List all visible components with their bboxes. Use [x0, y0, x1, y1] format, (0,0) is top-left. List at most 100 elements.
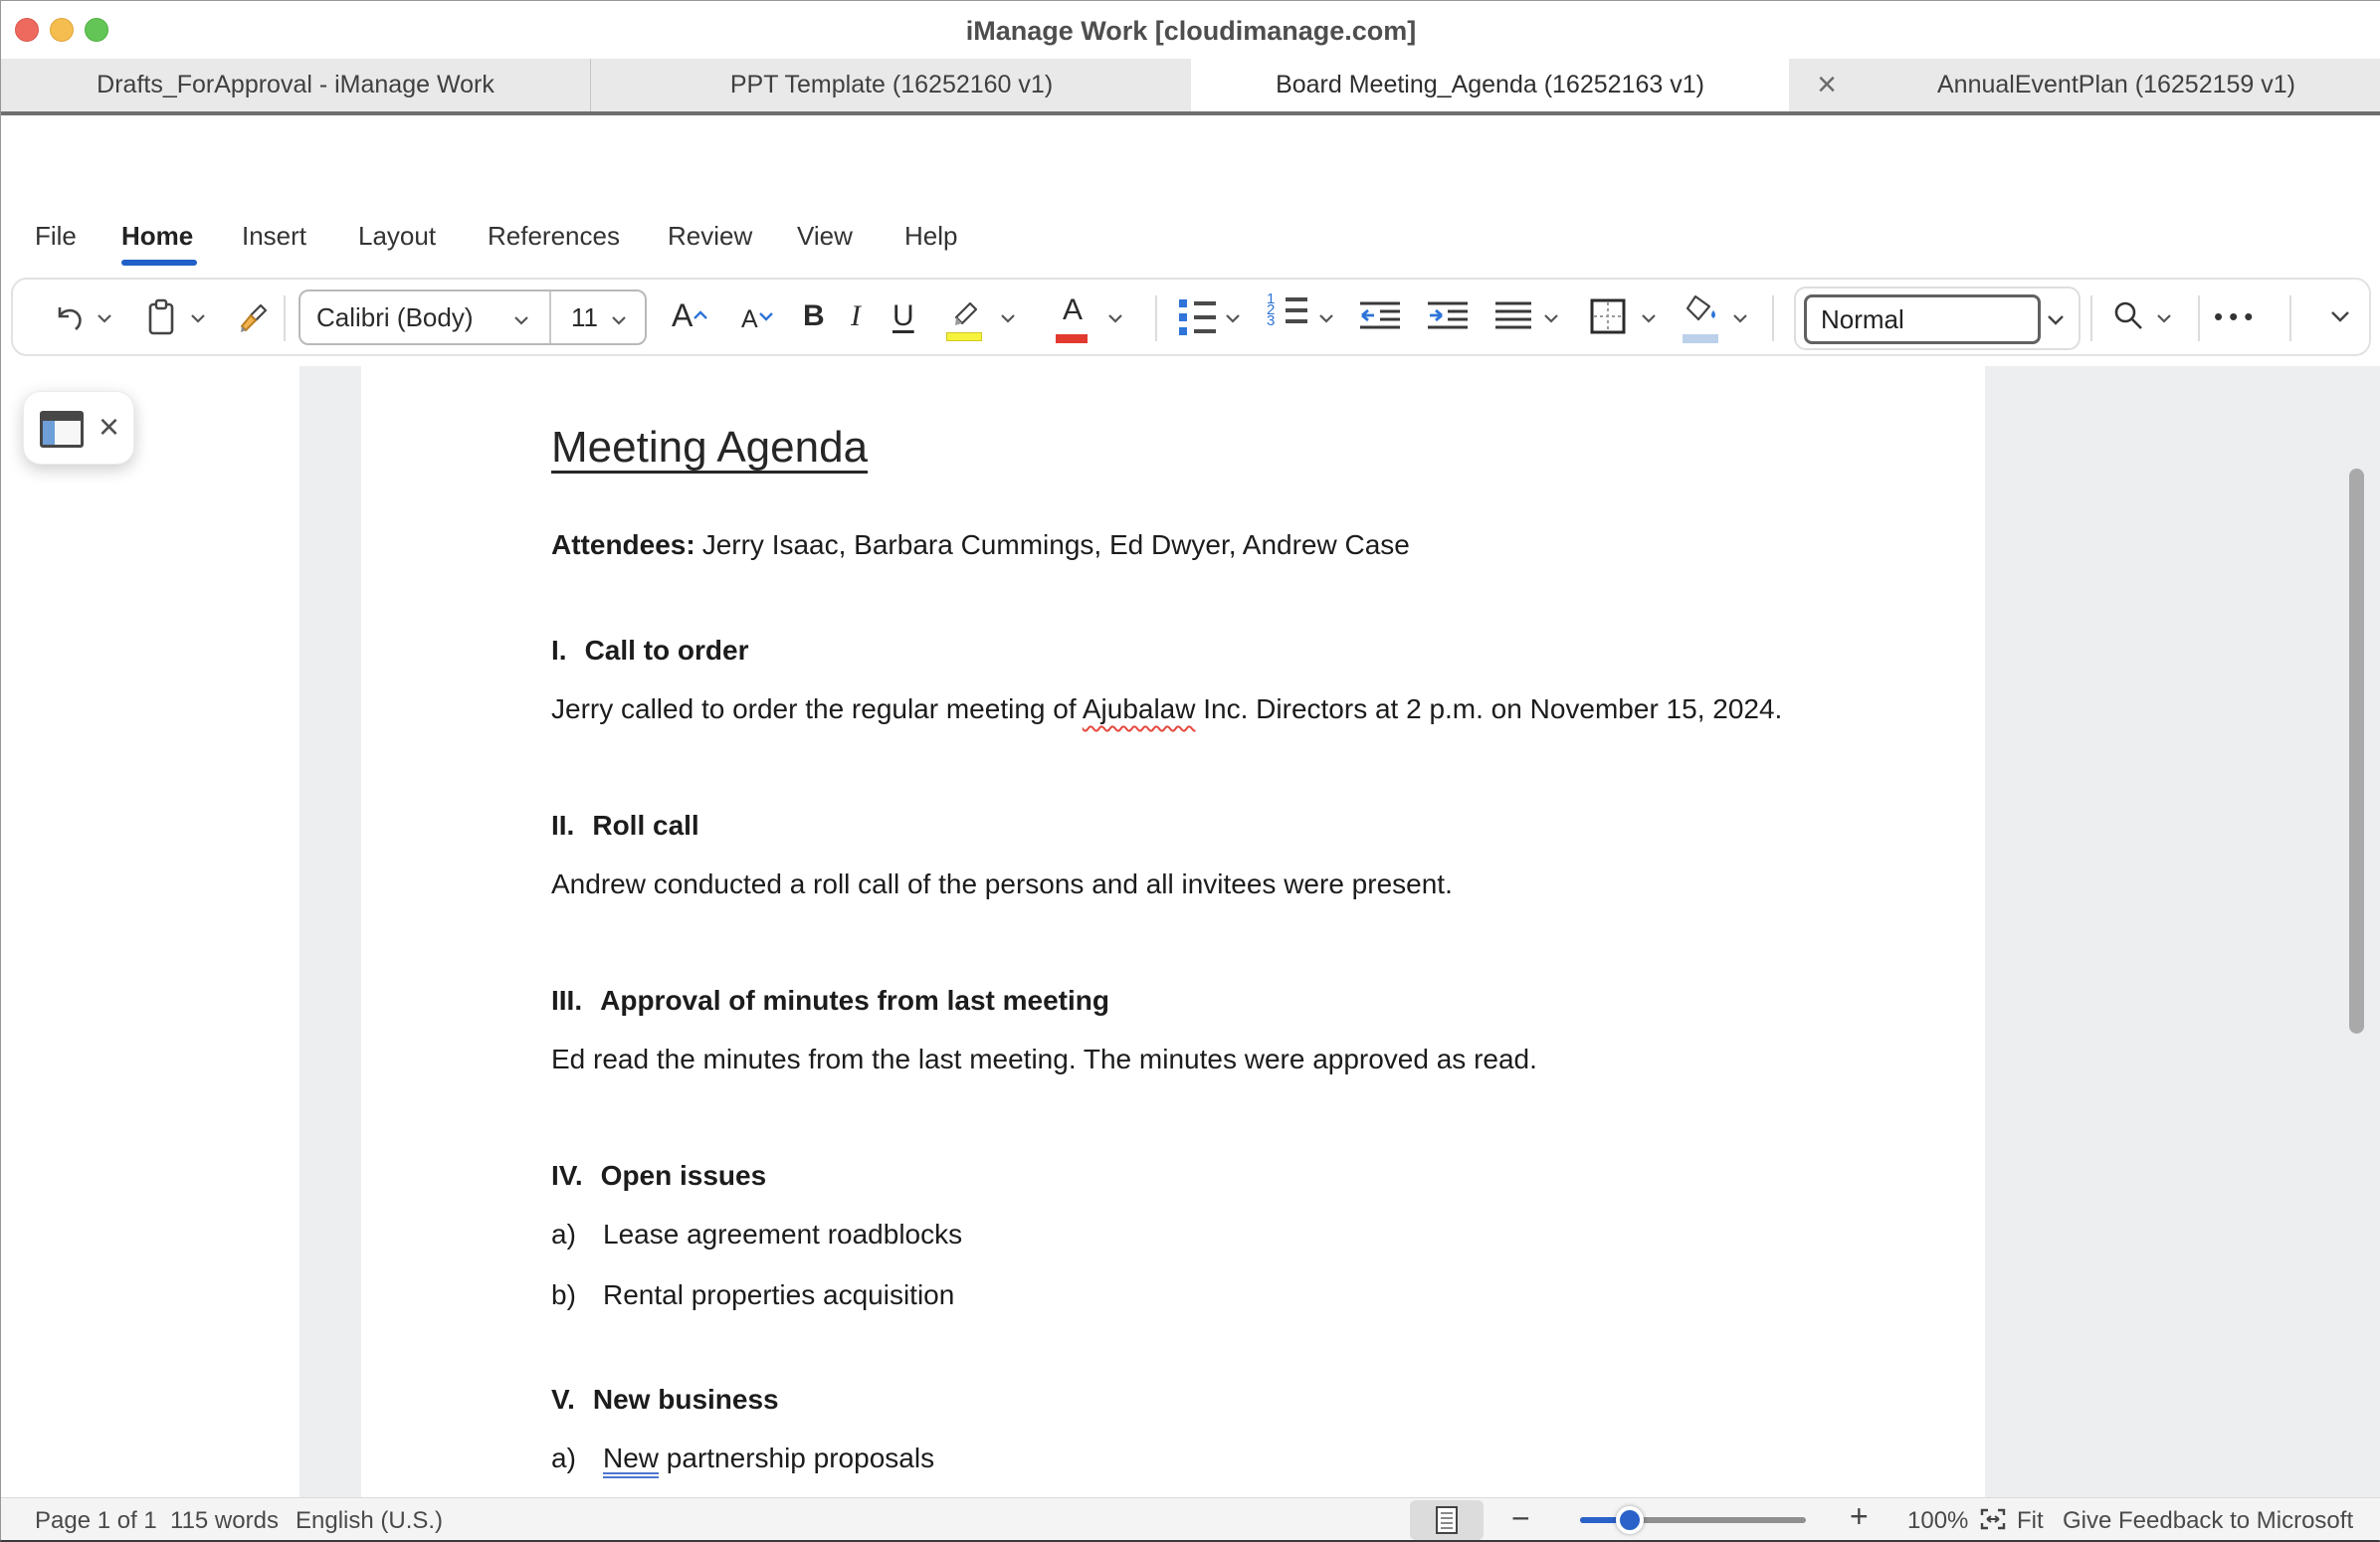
close-tab-icon[interactable]: × [1802, 59, 1852, 111]
ribbon: Calibri (Body) 11 A A B I [1, 270, 2380, 366]
bullet-list-chevron-icon[interactable] [1225, 313, 1241, 323]
underline-button[interactable]: U [892, 299, 914, 333]
fit-width-icon[interactable] [1979, 1506, 2007, 1539]
menu-insert[interactable]: Insert [242, 221, 306, 252]
section-number: V. [551, 1381, 575, 1419]
ribbon-divider [2198, 295, 2200, 341]
list-text-rest: partnership proposals [659, 1443, 934, 1473]
increase-indent-button[interactable] [1426, 299, 1470, 333]
section-title: Approval of minutes from last meeting [600, 982, 1109, 1020]
font-name-select[interactable]: Calibri (Body) [316, 302, 474, 333]
align-chevron-icon[interactable] [1543, 313, 1559, 323]
page-count[interactable]: Page 1 of 1 [35, 1507, 157, 1535]
shading-button[interactable] [1683, 293, 1720, 341]
list-item: b) Rental properties acquisition [551, 1276, 1935, 1314]
word-count[interactable]: 115 words [170, 1507, 279, 1535]
font-size-chevron-icon[interactable] [611, 315, 627, 325]
section-heading: I. Call to order [551, 632, 1935, 670]
more-options-ellipsis[interactable]: ••• [2214, 301, 2259, 332]
menu-references[interactable]: References [488, 221, 620, 252]
attendees-label: Attendees: [551, 529, 695, 560]
section-title: Call to order [585, 632, 749, 670]
menu-layout[interactable]: Layout [358, 221, 436, 252]
grow-font-button[interactable]: A [672, 297, 693, 334]
language-indicator[interactable]: English (U.S.) [296, 1507, 443, 1535]
borders-chevron-icon[interactable] [1641, 313, 1657, 323]
browser-tab-ppt-template[interactable]: PPT Template (16252160 v1) [592, 59, 1191, 111]
zoom-in-button[interactable]: + [1850, 1498, 1869, 1535]
content-area: × Meeting Agenda Attendees:Jerry Isaac, … [1, 366, 2380, 1497]
page-view-toggle[interactable] [1410, 1500, 1484, 1540]
shrink-font-letter: A [741, 305, 758, 334]
ribbon-divider [1772, 295, 1774, 341]
zoom-slider[interactable] [1580, 1517, 1806, 1523]
menu-help[interactable]: Help [904, 221, 957, 252]
undo-chevron-icon[interactable] [97, 313, 112, 323]
list-text: Rental properties acquisition [603, 1276, 954, 1314]
feedback-link[interactable]: Give Feedback to Microsoft [2063, 1507, 2353, 1535]
section-number: II. [551, 807, 574, 845]
highlight-color-swatch [946, 332, 982, 341]
italic-button[interactable]: I [851, 299, 861, 333]
decrease-indent-button[interactable] [1358, 299, 1402, 333]
browser-tab-annual-event-plan[interactable]: AnnualEventPlan (16252159 v1) [1852, 59, 2380, 111]
fit-label[interactable]: Fit [2017, 1507, 2044, 1535]
menu-view[interactable]: View [797, 221, 853, 252]
format-painter-icon[interactable] [234, 299, 272, 337]
body-text: Inc. Directors at 2 p.m. on November 15,… [1195, 693, 1782, 724]
section-title: Roll call [592, 807, 698, 845]
paste-chevron-icon[interactable] [190, 313, 206, 323]
font-color-chevron-icon[interactable] [1107, 313, 1123, 323]
shading-chevron-icon[interactable] [1732, 313, 1748, 323]
list-marker: a) [551, 1216, 603, 1253]
font-name-chevron-icon[interactable] [513, 315, 529, 325]
font-color-button[interactable]: A [1056, 293, 1090, 341]
bullet-list-button[interactable] [1179, 299, 1216, 335]
titlebar: iManage Work [cloudimanage.com] [1, 1, 2380, 59]
section-title: Open issues [601, 1157, 767, 1195]
navigation-pane-popover: × [23, 391, 134, 465]
misspelled-word: Ajubalaw [1083, 693, 1196, 724]
left-pane [1, 366, 299, 1497]
browser-tab-board-meeting-agenda-active[interactable]: Board Meeting_Agenda (16252163 v1) [1191, 59, 1789, 111]
close-popover-icon[interactable]: × [99, 406, 119, 448]
shrink-font-button[interactable]: A [741, 305, 758, 334]
zoom-out-button[interactable]: − [1511, 1500, 1530, 1537]
page-view-icon [1435, 1505, 1459, 1535]
zoom-level[interactable]: 100% [1907, 1507, 1968, 1535]
style-select[interactable]: Normal [1804, 294, 2041, 344]
numbered-list-chevron-icon[interactable] [1318, 313, 1334, 323]
numbered-list-button[interactable]: 1 2 3 [1267, 295, 1307, 325]
borders-button[interactable] [1589, 297, 1627, 335]
vertical-scrollbar[interactable] [2349, 469, 2364, 1034]
font-size-select[interactable]: 11 [571, 302, 598, 333]
find-chevron-icon[interactable] [2156, 313, 2172, 323]
document-page[interactable]: Meeting Agenda Attendees:Jerry Isaac, Ba… [361, 366, 1985, 1497]
menu-home[interactable]: Home [121, 221, 193, 252]
app-window: iManage Work [cloudimanage.com] Drafts_F… [0, 0, 2380, 1542]
find-button[interactable] [2110, 297, 2146, 333]
navigation-pane-icon[interactable] [40, 411, 84, 448]
menu-review[interactable]: Review [668, 221, 752, 252]
undo-button[interactable] [51, 301, 87, 335]
style-chevron-icon[interactable] [2047, 314, 2065, 326]
align-text-button[interactable] [1493, 299, 1533, 333]
collapse-ribbon-chevron-icon[interactable] [2329, 309, 2351, 323]
text-highlight-button[interactable] [946, 295, 984, 339]
menu-file[interactable]: File [35, 221, 77, 252]
body-text: Jerry called to order the regular meetin… [551, 693, 1083, 724]
ribbon-divider [2289, 295, 2291, 341]
font-box-divider [549, 291, 551, 343]
ribbon-divider [1155, 295, 1157, 341]
ribbon-divider [284, 295, 286, 341]
section-heading: V. New business [551, 1381, 1935, 1419]
bold-button[interactable]: B [803, 299, 825, 333]
word-header: W Board Meeting_Agenda (IMANAGE!16252163… [1, 115, 2380, 205]
paste-clipboard-button[interactable] [144, 297, 178, 337]
highlight-chevron-icon[interactable] [1000, 313, 1016, 323]
zoom-slider-thumb[interactable] [1616, 1506, 1644, 1534]
font-color-swatch [1056, 334, 1088, 343]
browser-tab-drafts[interactable]: Drafts_ForApproval - iManage Work [1, 59, 591, 111]
window-title: iManage Work [cloudimanage.com] [1, 16, 2380, 47]
section-body: Jerry called to order the regular meetin… [551, 690, 1935, 728]
